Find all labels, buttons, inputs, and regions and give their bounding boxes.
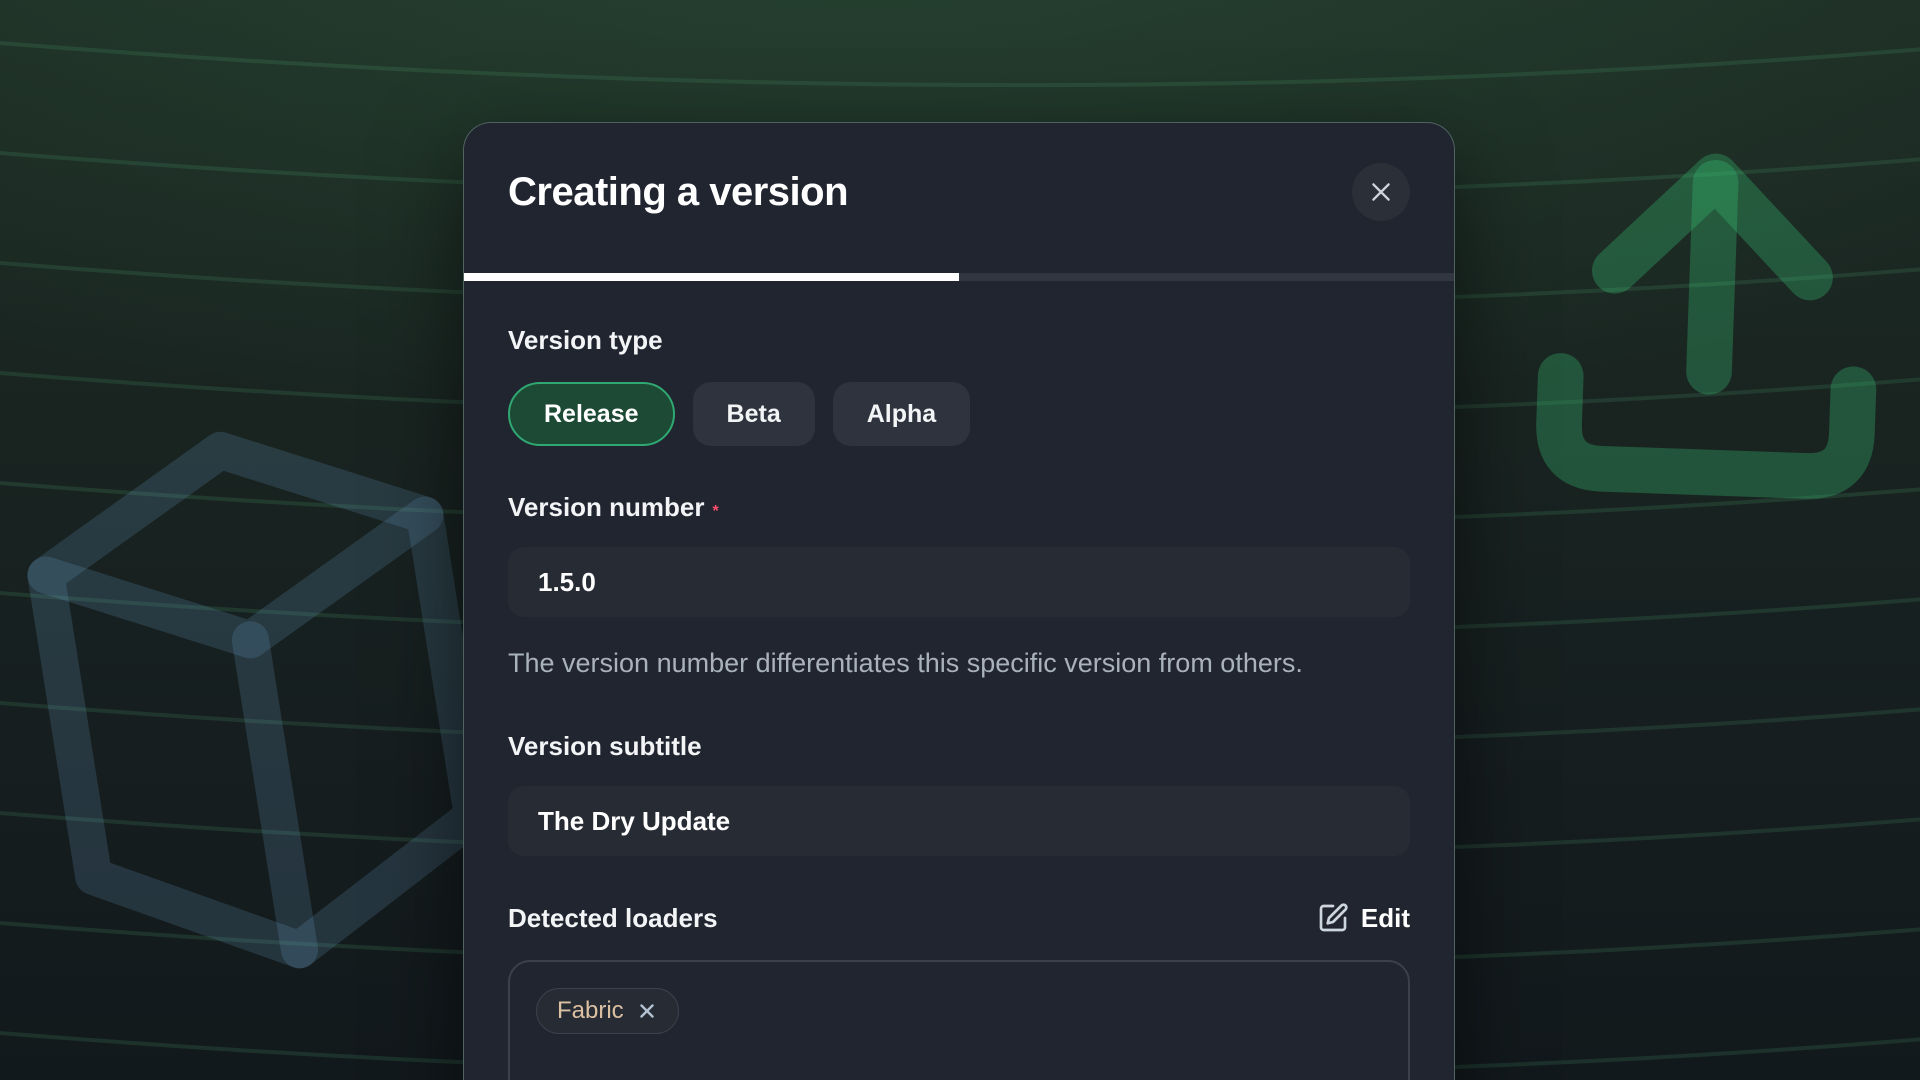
version-type-release-button[interactable]: Release <box>508 382 675 446</box>
progress-fill <box>464 273 959 281</box>
upload-arrow-icon <box>1515 94 1908 537</box>
package-cube-icon <box>1 390 523 1037</box>
edit-loaders-button[interactable]: Edit <box>1317 902 1410 934</box>
loader-chip-label: Fabric <box>557 997 624 1025</box>
version-type-alpha-button[interactable]: Alpha <box>833 382 970 446</box>
detected-loaders-section: Detected loaders Edit Fabric <box>508 902 1410 1080</box>
version-type-section: Version type Release Beta Alpha <box>508 325 1410 446</box>
progress-bar <box>464 273 1454 281</box>
detected-loaders-label: Detected loaders <box>508 903 718 934</box>
required-asterisk: * <box>713 503 719 520</box>
edit-icon <box>1317 902 1349 934</box>
modal-header: Creating a version <box>464 123 1454 273</box>
page-title: Creating a version <box>508 170 848 215</box>
version-number-input[interactable] <box>508 547 1410 617</box>
detected-loaders-box: Fabric <box>508 960 1410 1080</box>
version-subtitle-section: Version subtitle <box>508 731 1410 856</box>
version-type-options: Release Beta Alpha <box>508 382 1410 446</box>
remove-loader-icon <box>636 1000 658 1022</box>
creating-version-modal: Creating a version Version type Release … <box>463 122 1455 1080</box>
version-type-beta-button[interactable]: Beta <box>693 382 815 446</box>
edit-button-label: Edit <box>1361 903 1410 934</box>
version-type-label: Version type <box>508 325 1410 356</box>
loader-chip: Fabric <box>536 988 679 1034</box>
remove-loader-button[interactable] <box>636 1000 658 1022</box>
version-subtitle-input[interactable] <box>508 786 1410 856</box>
version-number-label: Version number <box>508 492 705 522</box>
version-number-section: Version number * The version number diffe… <box>508 492 1410 685</box>
close-icon <box>1368 179 1394 205</box>
modal-body: Version type Release Beta Alpha Version … <box>464 281 1454 1080</box>
version-number-help: The version number differentiates this s… <box>508 641 1410 685</box>
version-subtitle-label: Version subtitle <box>508 731 1410 762</box>
close-button[interactable] <box>1352 163 1410 221</box>
